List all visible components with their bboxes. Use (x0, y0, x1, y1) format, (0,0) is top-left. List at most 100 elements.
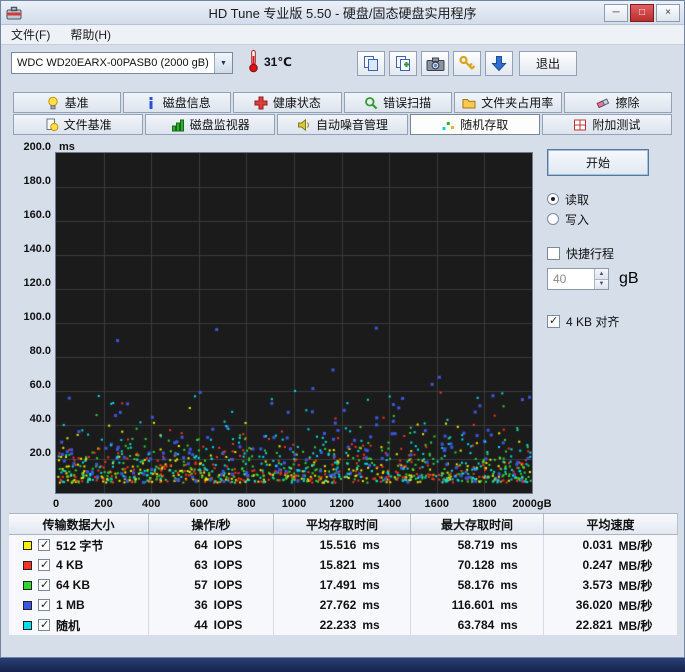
series-checkbox[interactable] (38, 618, 50, 631)
chevron-down-icon[interactable]: ▼ (214, 53, 232, 73)
value-cell: 0.031 MB/秒 (544, 535, 678, 555)
value-cell: 116.601 ms (411, 595, 544, 615)
series-checkbox[interactable] (38, 538, 50, 551)
maximize-button[interactable]: □ (630, 4, 654, 22)
unit-label: IOPS (213, 538, 243, 552)
unit-label: IOPS (213, 618, 243, 632)
start-button[interactable]: 开始 (547, 149, 649, 176)
camera-icon (426, 56, 445, 72)
unit-label: ms (500, 618, 518, 632)
unit-label: ms (362, 538, 380, 552)
tab-disk-monitor[interactable]: 磁盘监视器 (145, 114, 276, 135)
value: 22.233 (319, 618, 357, 632)
extra-icon (573, 118, 587, 132)
copy-info-button[interactable] (357, 51, 385, 76)
tab-extra-tests[interactable]: 附加测试 (541, 114, 673, 135)
update-check-button[interactable] (485, 51, 513, 76)
menu-file[interactable]: 文件(F) (1, 24, 60, 45)
tab-error-scan[interactable]: 错误扫描 (343, 92, 452, 113)
quick-stroke-option[interactable]: 快捷行程 (547, 246, 681, 261)
toolbar: WDC WD20EARX-00PASB0 (2000 gB) ▼ 31℃ 退出 (1, 46, 684, 84)
series-label: 512 字节 (56, 538, 104, 553)
y-tick-label: 200.0 (23, 141, 51, 153)
options-button[interactable] (453, 51, 481, 76)
value-cell: 3.573 MB/秒 (544, 575, 678, 595)
tab-erase[interactable]: 擦除 (563, 92, 673, 113)
file-benchmark-icon (45, 118, 59, 132)
value: 15.821 (319, 558, 357, 572)
value: 3.573 (582, 578, 613, 592)
tab-aam[interactable]: 自动噪音管理 (277, 114, 408, 135)
tab-file-benchmark[interactable]: 文件基准 (13, 114, 144, 135)
menu-help[interactable]: 帮助(H) (60, 24, 121, 45)
series-label: 随机 (56, 618, 81, 633)
value-cell: 17.491 ms (274, 575, 411, 595)
unit-label: ms (500, 578, 518, 592)
align-option[interactable]: 4 KB 对齐 (547, 314, 681, 329)
tab-health[interactable]: 健康状态 (233, 92, 342, 113)
titlebar[interactable]: HD Tune 专业版 5.50 - 硬盘/固态硬盘实用程序 ─ □ × (1, 1, 684, 25)
results-table-body: 512 字节64IOPS15.516ms58.719ms0.031MB/秒4 K… (9, 535, 678, 635)
series-checkbox[interactable] (38, 578, 50, 591)
hdtune-window: HD Tune 专业版 5.50 - 硬盘/固态硬盘实用程序 ─ □ × 文件(F)… (0, 0, 685, 658)
window-title: HD Tune 专业版 5.50 - 硬盘/固态硬盘实用程序 (208, 6, 477, 21)
copy-icon (362, 55, 380, 72)
spin-up-icon: ▲ (598, 270, 605, 277)
value-cell: 15.516 ms (274, 535, 411, 555)
tab-random-access[interactable]: 随机存取 (409, 114, 540, 135)
transfer-size-cell: 4 KB (9, 555, 149, 575)
read-label: 读取 (565, 192, 590, 207)
quick-length-input[interactable]: 40 ▲ ▼ (547, 268, 609, 290)
tab-folder-usage[interactable]: 文件夹占用率 (453, 92, 562, 113)
tab-benchmark[interactable]: 基准 (13, 92, 122, 113)
read-radio[interactable] (547, 193, 559, 205)
value-cell: 15.821 ms (274, 555, 411, 575)
write-radio[interactable] (547, 213, 559, 225)
x-tick-label: 2000gB (512, 498, 552, 510)
exit-button[interactable]: 退出 (519, 51, 577, 76)
value-cell: 44 IOPS (149, 615, 274, 635)
unit-label: IOPS (213, 558, 243, 572)
quick-stroke-checkbox[interactable] (547, 246, 560, 260)
value: 15.516 (319, 538, 357, 552)
align-checkbox[interactable] (547, 314, 560, 328)
unit-label: ms (362, 618, 380, 632)
spin-down-button[interactable]: ▼ (595, 279, 608, 289)
keys-icon (458, 55, 476, 72)
series-checkbox[interactable] (38, 558, 50, 571)
value-cell: 63 IOPS (149, 555, 274, 575)
table-row: 4 KB 63 IOPS 15.821 ms 70.128 ms 0.247 MB/秒 (9, 555, 678, 575)
minimize-button[interactable]: ─ (604, 4, 628, 22)
tab-label: 健康状态 (272, 96, 321, 110)
tab-label: 擦除 (615, 96, 640, 110)
tab-row-2: 文件基准 磁盘监视器 自动噪音管理 随机存取 附加测试 (13, 114, 673, 135)
value: 116.601 (451, 598, 495, 612)
value: 36.020 (575, 598, 613, 612)
drive-select[interactable]: WDC WD20EARX-00PASB0 (2000 gB) ▼ (11, 52, 233, 74)
tab-label: 文件基准 (63, 118, 112, 132)
transfer-size-cell: 64 KB (9, 575, 149, 595)
spin-up-button[interactable]: ▲ (595, 269, 608, 280)
value-cell: 27.762 ms (274, 595, 411, 615)
thermometer-icon (247, 49, 260, 78)
taskbar[interactable] (0, 658, 685, 672)
tab-label: 磁盘监视器 (189, 118, 250, 132)
value: 22.821 (575, 618, 613, 632)
y-tick-label: 100.0 (23, 311, 51, 323)
write-label: 写入 (565, 212, 590, 227)
series-color-swatch (23, 580, 32, 590)
tab-disk-info[interactable]: 磁盘信息 (123, 92, 232, 113)
unit-label: ms (362, 598, 380, 612)
tab-label: 附加测试 (592, 118, 641, 132)
write-option[interactable]: 写入 (547, 212, 681, 227)
read-option[interactable]: 读取 (547, 192, 681, 207)
copy-screenshot-button[interactable] (389, 51, 417, 76)
value: 27.762 (319, 598, 357, 612)
value-cell: 58.719 ms (411, 535, 544, 555)
save-screenshot-button[interactable] (421, 51, 449, 76)
close-button[interactable]: × (656, 4, 680, 22)
unit-label: MB/秒 (618, 598, 653, 613)
series-checkbox[interactable] (38, 598, 50, 611)
spinner: ▲ ▼ (594, 269, 608, 289)
series-color-swatch (23, 560, 32, 570)
